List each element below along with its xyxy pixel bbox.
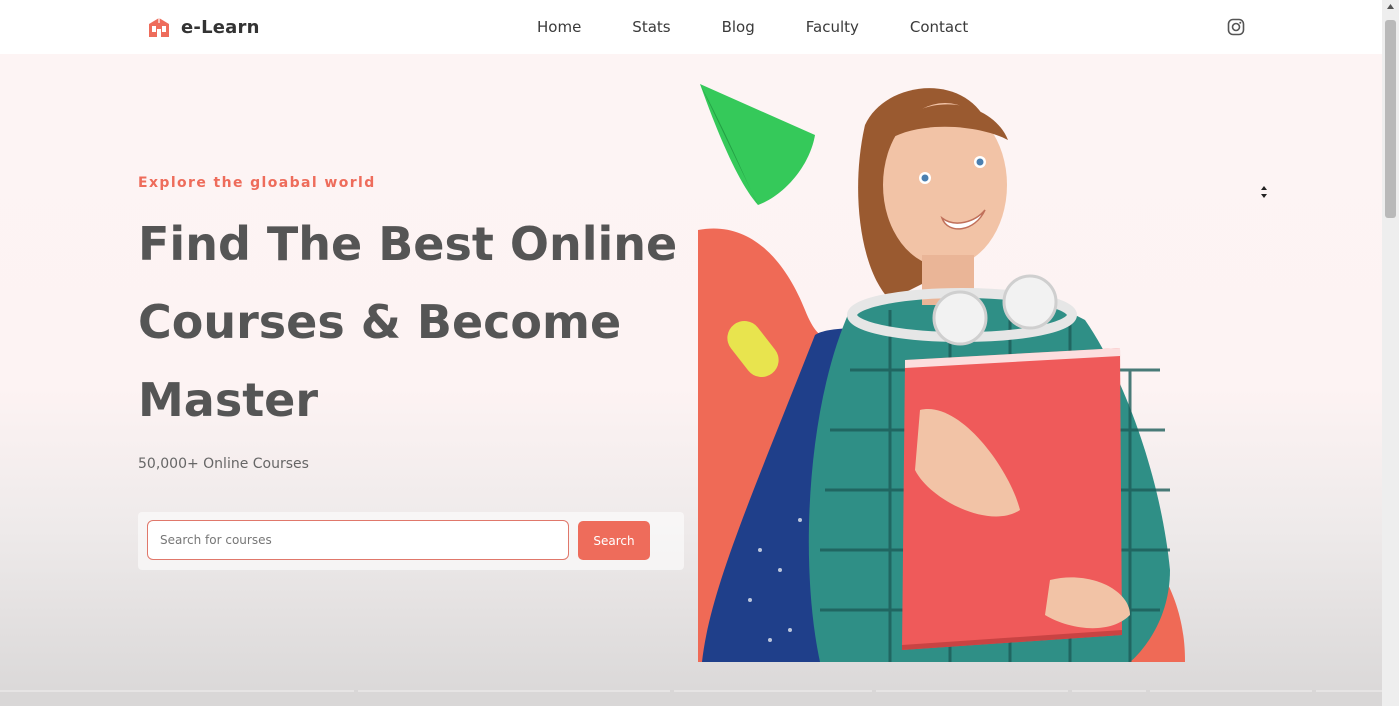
page: e-Learn Home Stats Blog Faculty Contact … xyxy=(0,0,1399,706)
navbar: e-Learn Home Stats Blog Faculty Contact xyxy=(0,0,1382,54)
scroll-indicator-icon[interactable] xyxy=(1258,185,1270,199)
hero-eyebrow: Explore the gloabal world xyxy=(138,175,376,191)
search-card: Search xyxy=(138,512,684,570)
search-button[interactable]: Search xyxy=(578,521,650,560)
page-scrollbar[interactable] xyxy=(1382,0,1399,706)
green-cone-shape xyxy=(700,84,815,205)
nav-link-contact[interactable]: Contact xyxy=(910,18,968,36)
student-with-book-illustration xyxy=(698,84,1185,662)
brand[interactable]: e-Learn xyxy=(147,16,260,38)
nav-links: Home Stats Blog Faculty Contact xyxy=(537,18,968,36)
scrollbar-thumb[interactable] xyxy=(1385,20,1396,218)
search-input[interactable] xyxy=(147,520,569,560)
building-logo-icon xyxy=(149,18,169,37)
bottom-section-edge xyxy=(0,690,1382,706)
nav-link-faculty[interactable]: Faculty xyxy=(806,18,859,36)
nav-link-blog[interactable]: Blog xyxy=(722,18,755,36)
instagram-icon[interactable] xyxy=(1227,18,1245,36)
scroll-up-arrow-icon[interactable] xyxy=(1386,2,1395,11)
hero-headline: Find The Best Online Courses & Become Ma… xyxy=(138,217,678,427)
hero-subtext: 50,000+ Online Courses xyxy=(138,456,309,472)
nav-link-stats[interactable]: Stats xyxy=(632,18,670,36)
nav-link-home[interactable]: Home xyxy=(537,18,581,36)
brand-name: e-Learn xyxy=(181,16,260,38)
